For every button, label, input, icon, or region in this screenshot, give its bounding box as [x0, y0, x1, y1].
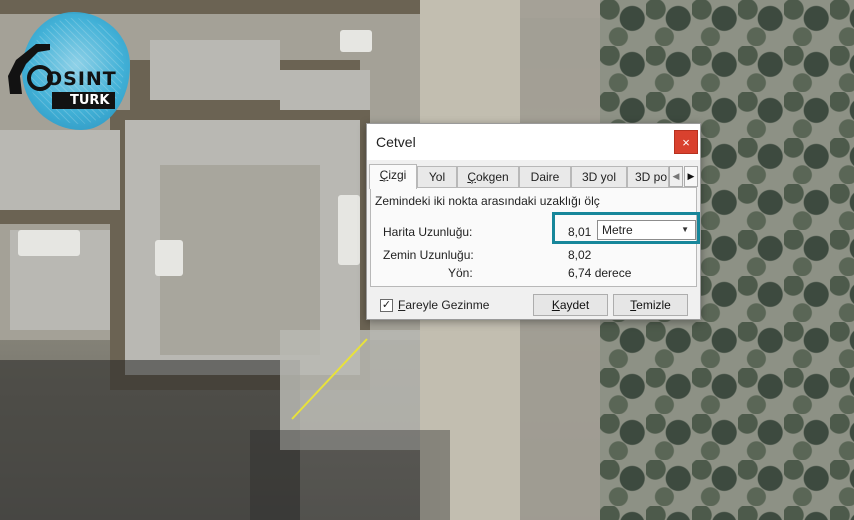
map-shadow-lower — [250, 430, 450, 520]
close-button[interactable]: × — [674, 130, 698, 154]
logo-text-turk: TURK — [52, 92, 115, 109]
mouse-navigation-checkbox[interactable]: ✓ — [380, 299, 393, 312]
logo-text-osint: OSINT — [46, 68, 117, 90]
map-white-block — [340, 30, 372, 52]
tab-line[interactable]: Çizgi — [369, 164, 417, 189]
close-icon: × — [682, 135, 690, 150]
line-tab-panel: Zemindeki iki nokta arasındaki uzaklığı … — [370, 187, 700, 287]
save-button-label: aydet — [559, 298, 590, 312]
ground-length-value: 8,02 — [568, 248, 592, 262]
ruler-dialog[interactable]: Cetvel × Çizgi Yol Çokgen Daire 3D yol 3… — [366, 123, 701, 320]
measure-description: Zemindeki iki nokta arasındaki uzaklığı … — [375, 194, 600, 208]
tab-polygon[interactable]: Çokgen — [457, 166, 519, 188]
map-white-block — [155, 240, 183, 276]
clear-button[interactable]: Temizle — [613, 294, 688, 316]
tab-polygon-accel: Ç — [467, 170, 476, 184]
tab-3d-polygon[interactable]: 3D po — [627, 166, 669, 188]
map-length-label: Harita Uzunluğu: — [383, 225, 473, 239]
heading-label: Yön: — [448, 266, 473, 280]
chevron-right-icon: ▶ — [687, 171, 695, 181]
check-icon: ✓ — [381, 299, 392, 311]
ground-length-label: Zemin Uzunluğu: — [383, 248, 474, 262]
map-inner-courtyard — [160, 165, 320, 355]
mouse-navigation-label[interactable]: Fareyle Gezinme — [398, 298, 489, 312]
map-building-top-right — [280, 70, 370, 110]
tab-scroll-left-button[interactable]: ◀ — [669, 166, 683, 187]
tab-circle[interactable]: Daire — [519, 166, 571, 188]
tab-path[interactable]: Yol — [417, 166, 457, 188]
dialog-title: Cetvel — [376, 134, 416, 150]
tab-scroller: ◀ ▶ — [669, 166, 699, 188]
tab-path-label: Yol — [428, 170, 446, 184]
osint-turk-logo: OSINT TURK — [6, 12, 130, 134]
mouse-navigation-text: areyle Gezinme — [405, 298, 490, 312]
tab-circle-label: Daire — [530, 170, 560, 184]
clear-button-label: emizle — [636, 298, 671, 312]
tab-3d-path[interactable]: 3D yol — [571, 166, 627, 188]
dialog-titlebar[interactable]: Cetvel × — [367, 124, 700, 160]
dialog-footer: ✓ Fareyle Gezinme Kaydet Temizle — [367, 290, 700, 320]
map-left-edge — [0, 210, 120, 224]
tab-line-label: izgi — [388, 168, 407, 182]
chevron-left-icon: ◀ — [672, 171, 680, 181]
map-white-block — [338, 195, 360, 265]
map-white-block — [18, 230, 80, 256]
unit-select-value: Metre — [602, 223, 633, 237]
map-building-top — [150, 40, 280, 100]
tab-3d-path-label: 3D yol — [581, 170, 616, 184]
map-building-left — [0, 130, 120, 210]
tab-strip: Çizgi Yol Çokgen Daire 3D yol 3D po ◀ ▶ — [369, 164, 699, 189]
tab-polygon-label: okgen — [475, 170, 509, 184]
tab-scroll-right-button[interactable]: ▶ — [684, 166, 698, 187]
heading-value: 6,74 derece — [568, 266, 632, 280]
save-button-accel: K — [551, 298, 560, 312]
unit-select[interactable]: Metre ▼ — [597, 220, 696, 240]
tab-3d-polygon-label: 3D po — [635, 170, 668, 184]
chevron-down-icon: ▼ — [681, 225, 689, 234]
save-button[interactable]: Kaydet — [533, 294, 608, 316]
map-length-value: 8,01 — [568, 225, 592, 239]
